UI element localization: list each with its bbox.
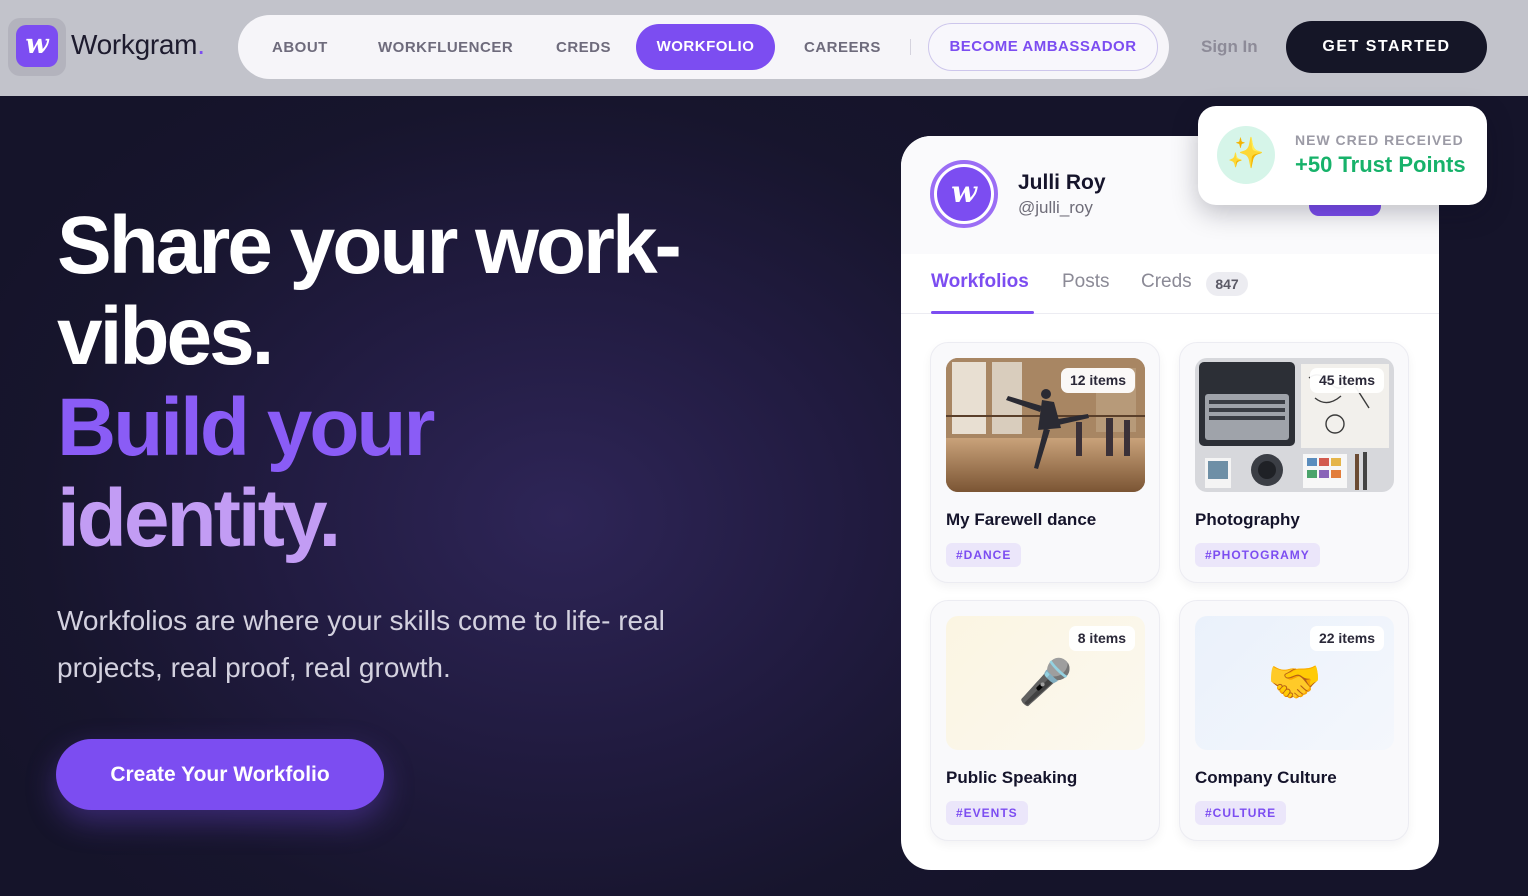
- workfolio-title: Public Speaking: [946, 768, 1078, 787]
- profile-handle: @julli_roy: [1018, 198, 1093, 217]
- create-workfolio-button[interactable]: Create Your Workfolio: [56, 739, 384, 810]
- get-started-button[interactable]: GET STARTED: [1286, 21, 1487, 73]
- headline-line-1: Share your work-: [57, 200, 682, 291]
- item-count-badge: 22 items: [1309, 626, 1384, 651]
- dance-photo: 12 items: [946, 358, 1145, 492]
- tab-workfolios[interactable]: Workfolios: [931, 271, 1029, 293]
- brand-dot: .: [197, 29, 205, 60]
- sparkles-icon: ✨: [1217, 126, 1275, 184]
- public-speaking-cover: 🎤 8 items: [946, 616, 1145, 750]
- hero-subtitle: Workfolios are where your skills come to…: [57, 605, 665, 683]
- workfolio-tag[interactable]: #CULTURE: [1195, 801, 1287, 825]
- tab-creds[interactable]: Creds: [1141, 271, 1192, 293]
- headline-line-3: Build your: [57, 382, 435, 473]
- workfolio-tag[interactable]: #PHOTOGRAMY: [1195, 543, 1320, 567]
- workfolio-tag[interactable]: #EVENTS: [946, 801, 1028, 825]
- nav-creds[interactable]: CREDS: [556, 39, 611, 56]
- headline-line-4: identity.: [57, 473, 341, 564]
- top-navigation-bar: w Workgram. ABOUT WORKFLUENCER CREDS WOR…: [0, 0, 1528, 96]
- workfolio-card-public-speaking[interactable]: 🎤 8 items Public Speaking #EVENTS: [930, 600, 1160, 841]
- brand-name-text: Workgram: [71, 29, 198, 60]
- desk-photo: 45 items: [1195, 358, 1394, 492]
- active-tab-indicator: [931, 311, 1034, 314]
- item-count-badge: 12 items: [1060, 368, 1135, 393]
- sign-in-link[interactable]: Sign In: [1201, 37, 1258, 57]
- workfolio-tag[interactable]: #DANCE: [946, 543, 1022, 567]
- avatar[interactable]: w: [937, 167, 991, 221]
- workfolio-title: Photography: [1195, 510, 1300, 529]
- profile-tabs: Workfolios Posts Creds 847: [901, 254, 1439, 314]
- brand-name[interactable]: Workgram.: [71, 29, 205, 61]
- workgram-logo-icon[interactable]: w: [16, 25, 58, 67]
- notification-label: NEW CRED RECEIVED: [1295, 132, 1464, 148]
- workfolio-title: My Farewell dance: [946, 510, 1097, 529]
- profile-name: Julli Roy: [1018, 171, 1106, 194]
- company-culture-cover: 🤝 22 items: [1195, 616, 1394, 750]
- trust-points-value: +50 Trust Points: [1295, 152, 1466, 177]
- hero-headline: Share your work- vibes. Build your ident…: [57, 200, 682, 564]
- workfolio-card-dance[interactable]: 12 items My Farewell dance #DANCE: [930, 342, 1160, 583]
- workfolio-title: Company Culture: [1195, 768, 1337, 787]
- workfolio-card-company-culture[interactable]: 🤝 22 items Company Culture #CULTURE: [1179, 600, 1409, 841]
- tab-posts[interactable]: Posts: [1062, 271, 1110, 293]
- nav-careers[interactable]: CAREERS: [804, 39, 881, 56]
- main-nav: ABOUT WORKFLUENCER CREDS WORKFOLIO CAREE…: [238, 15, 1169, 79]
- nav-workfolio-active[interactable]: WORKFOLIO: [636, 24, 775, 70]
- headline-line-2: vibes.: [57, 291, 274, 382]
- workfolio-card-photography[interactable]: 45 items Photography #PHOTOGRAMY: [1179, 342, 1409, 583]
- creds-count-badge: 847: [1206, 272, 1248, 296]
- item-count-badge: 45 items: [1309, 368, 1384, 393]
- cred-received-notification[interactable]: ✨ NEW CRED RECEIVED +50 Trust Points: [1198, 106, 1487, 205]
- nav-about[interactable]: ABOUT: [272, 39, 328, 56]
- item-count-badge: 8 items: [1068, 626, 1135, 651]
- become-ambassador-button[interactable]: BECOME AMBASSADOR: [928, 23, 1158, 71]
- nav-divider: [910, 39, 911, 55]
- nav-workfluencer[interactable]: WORKFLUENCER: [378, 39, 513, 56]
- profile-card: w Julli Roy @julli_roy Workfolios Posts …: [901, 136, 1439, 870]
